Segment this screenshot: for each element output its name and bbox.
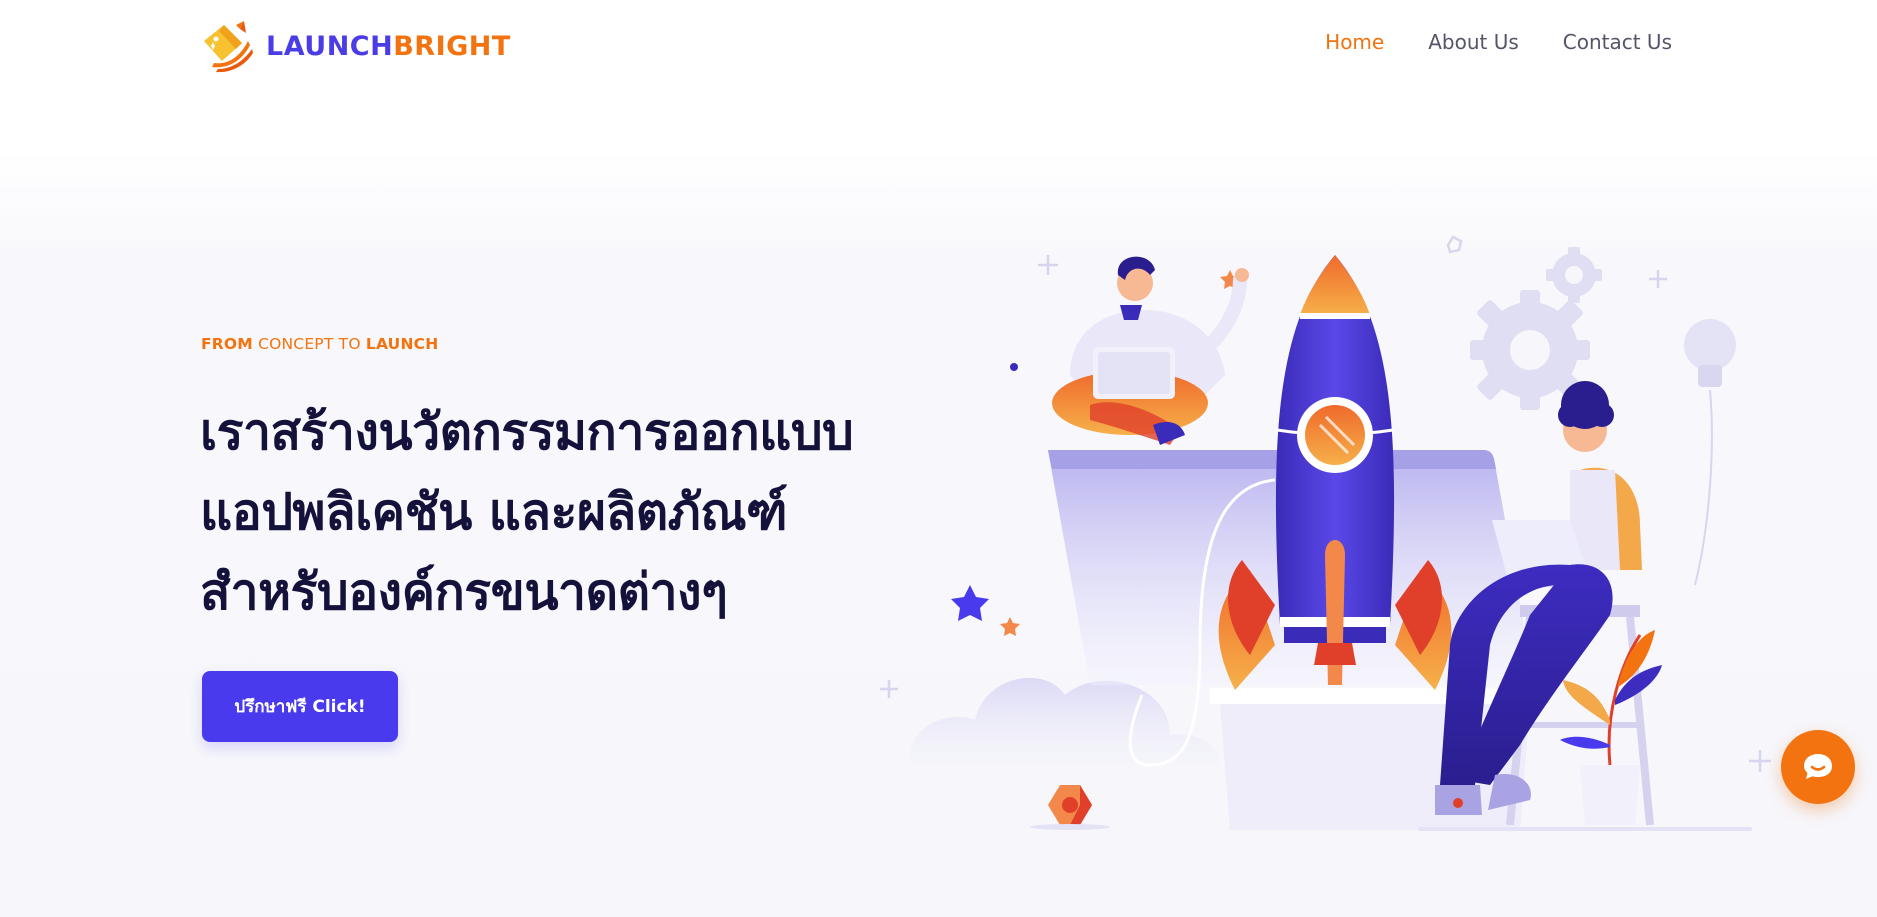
brand-name: LAUNCHBRIGHT xyxy=(266,31,511,62)
laptop-base xyxy=(1210,688,1540,704)
chat-bubble-icon xyxy=(1804,754,1832,779)
kicker-launch: LAUNCH xyxy=(365,335,439,353)
headline-line-2: แอปพลิเคชัน และผลิตภัณฑ์ xyxy=(200,483,788,541)
chat-button[interactable] xyxy=(1781,730,1855,804)
rocket-launch-illustration xyxy=(880,235,1771,831)
kicker-concept-to: CONCEPT TO xyxy=(258,335,361,353)
nav-item-home[interactable]: Home xyxy=(1325,30,1384,54)
hex-nut-icon xyxy=(1030,785,1110,830)
nav-item-about-us[interactable]: About Us xyxy=(1428,30,1519,54)
lightbulb-icon xyxy=(1684,319,1736,586)
rocket-logo-icon xyxy=(204,21,253,73)
free-consult-button[interactable]: ปรึกษาฟรี Click! xyxy=(202,671,398,742)
brand-name-part1: LAUNCH xyxy=(266,30,394,62)
main-nav: Home About Us Contact Us xyxy=(1325,30,1672,54)
hero-headline: เราสร้างนวัตกรรมการออกแบบ แอปพลิเคชัน แล… xyxy=(200,392,960,632)
star-icon-small xyxy=(1000,617,1020,636)
site-header: LAUNCHBRIGHT Home About Us Contact Us xyxy=(0,0,1877,92)
kicker-from: FROM xyxy=(201,335,253,353)
brand-name-part2: BRIGHT xyxy=(393,30,511,62)
brand-logo[interactable]: LAUNCHBRIGHT xyxy=(200,18,511,74)
star-icon-purple xyxy=(951,585,989,621)
headline-line-1: เราสร้างนวัตกรรมการออกแบบ xyxy=(200,403,854,461)
headline-line-3: สำหรับองค์กรขนาดต่างๆ xyxy=(200,563,728,621)
nav-item-contact-us[interactable]: Contact Us xyxy=(1563,30,1672,54)
person-sitting-figure xyxy=(1052,256,1249,445)
hero-kicker: FROM CONCEPT TO LAUNCH xyxy=(201,335,438,353)
